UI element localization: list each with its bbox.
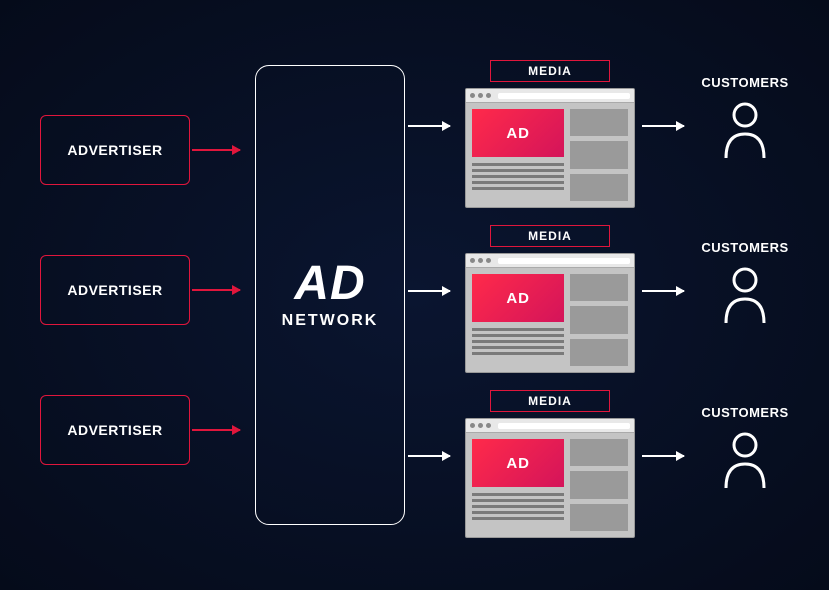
sidebar-block <box>570 471 628 498</box>
content-lines <box>472 491 564 520</box>
browser-main-col: AD <box>472 109 564 201</box>
sidebar-block <box>570 339 628 366</box>
ad-placement: AD <box>472 439 564 487</box>
ad-placement-label: AD <box>506 125 530 142</box>
content-lines <box>472 161 564 190</box>
url-bar <box>498 423 630 429</box>
customer-group-2: CUSTOMERS <box>695 240 795 330</box>
sidebar-block <box>570 141 628 168</box>
browser-chrome <box>466 254 634 268</box>
browser-body: AD <box>466 433 634 537</box>
window-dot-icon <box>478 258 483 263</box>
advertiser-box-1: ADVERTISER <box>40 115 190 185</box>
browser-mockup: AD <box>465 418 635 538</box>
media-label: MEDIA <box>490 390 610 412</box>
arrow-customer-3 <box>642 455 684 457</box>
sidebar-block <box>570 504 628 531</box>
ad-network-subtitle: NETWORK <box>282 312 379 330</box>
browser-main-col: AD <box>472 439 564 531</box>
window-dot-icon <box>478 423 483 428</box>
sidebar-block <box>570 274 628 301</box>
browser-body: AD <box>466 268 634 372</box>
arrow-advertiser-2 <box>192 289 240 291</box>
ad-placement: AD <box>472 274 564 322</box>
sidebar-block <box>570 306 628 333</box>
arrow-customer-2 <box>642 290 684 292</box>
window-dot-icon <box>470 258 475 263</box>
customer-label: CUSTOMERS <box>695 405 795 420</box>
ad-placement: AD <box>472 109 564 157</box>
browser-sidebar <box>570 439 628 531</box>
arrow-advertiser-3 <box>192 429 240 431</box>
browser-mockup: AD <box>465 88 635 208</box>
browser-mockup: AD <box>465 253 635 373</box>
ad-network-title: AD <box>294 260 365 308</box>
browser-chrome <box>466 89 634 103</box>
advertiser-label: ADVERTISER <box>67 282 162 298</box>
window-dot-icon <box>470 423 475 428</box>
sidebar-block <box>570 109 628 136</box>
advertiser-box-2: ADVERTISER <box>40 255 190 325</box>
browser-sidebar <box>570 274 628 366</box>
customer-group-1: CUSTOMERS <box>695 75 795 165</box>
advertiser-label: ADVERTISER <box>67 422 162 438</box>
media-group-3: MEDIA AD <box>465 390 635 538</box>
ad-placement-label: AD <box>506 290 530 307</box>
customer-label: CUSTOMERS <box>695 240 795 255</box>
media-label: MEDIA <box>490 225 610 247</box>
window-dot-icon <box>486 93 491 98</box>
arrow-customer-1 <box>642 125 684 127</box>
advertiser-box-3: ADVERTISER <box>40 395 190 465</box>
url-bar <box>498 258 630 264</box>
advertiser-label: ADVERTISER <box>67 142 162 158</box>
arrow-network-2 <box>408 290 450 292</box>
sidebar-block <box>570 174 628 201</box>
media-label: MEDIA <box>490 60 610 82</box>
person-icon <box>695 265 795 330</box>
arrow-advertiser-1 <box>192 149 240 151</box>
url-bar <box>498 93 630 99</box>
customer-group-3: CUSTOMERS <box>695 405 795 495</box>
content-lines <box>472 326 564 355</box>
browser-body: AD <box>466 103 634 207</box>
window-dot-icon <box>478 93 483 98</box>
arrow-network-1 <box>408 125 450 127</box>
media-group-2: MEDIA AD <box>465 225 635 373</box>
arrow-network-3 <box>408 455 450 457</box>
window-dot-icon <box>470 93 475 98</box>
ad-network-box: AD NETWORK <box>255 65 405 525</box>
window-dot-icon <box>486 258 491 263</box>
browser-sidebar <box>570 109 628 201</box>
browser-chrome <box>466 419 634 433</box>
sidebar-block <box>570 439 628 466</box>
media-group-1: MEDIA AD <box>465 60 635 208</box>
customer-label: CUSTOMERS <box>695 75 795 90</box>
person-icon <box>695 100 795 165</box>
window-dot-icon <box>486 423 491 428</box>
browser-main-col: AD <box>472 274 564 366</box>
person-icon <box>695 430 795 495</box>
ad-placement-label: AD <box>506 455 530 472</box>
